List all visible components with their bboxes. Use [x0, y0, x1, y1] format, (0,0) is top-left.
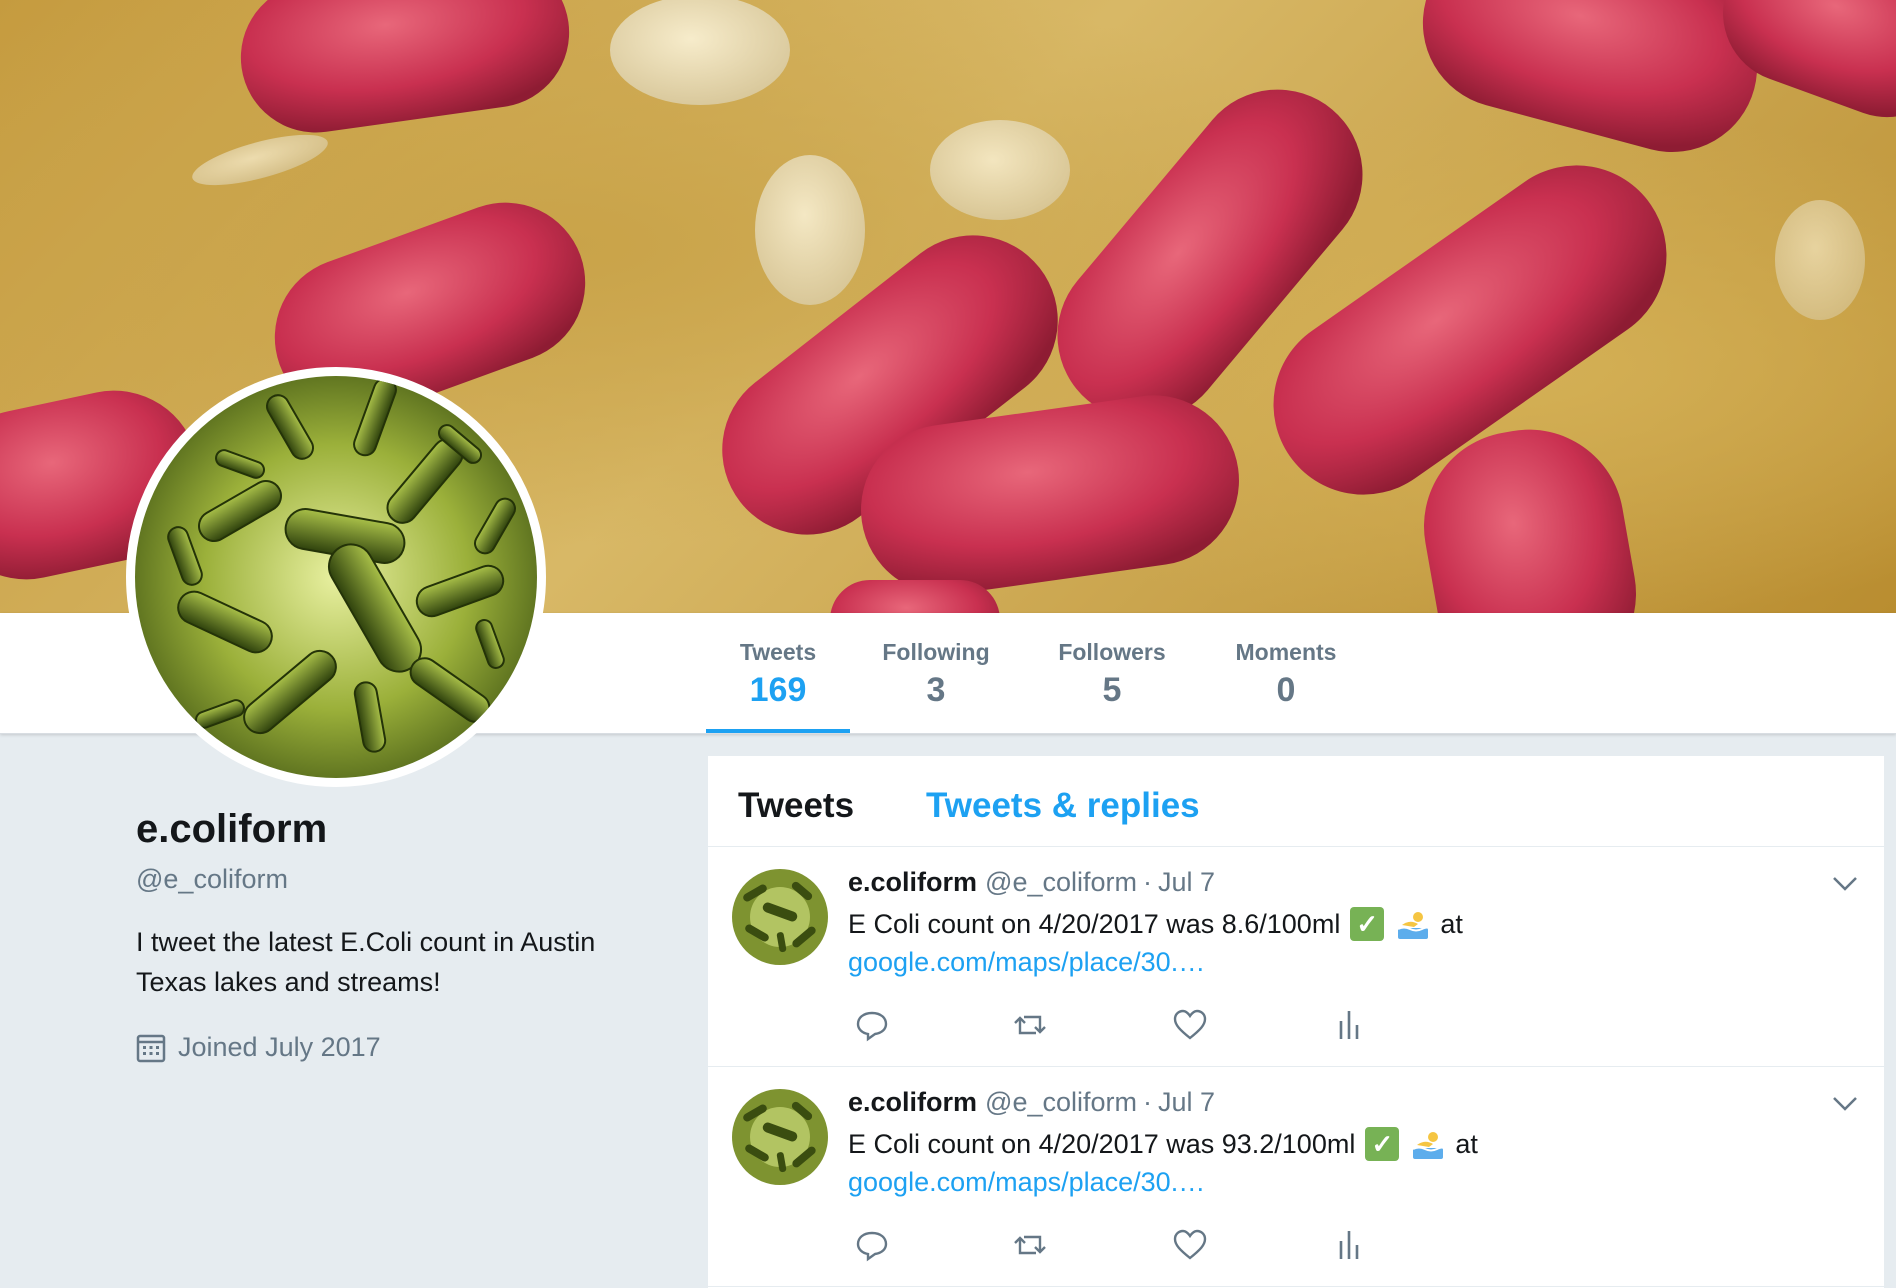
avatar-bacteria-image [135, 376, 537, 778]
stat-tweets[interactable]: Tweets 169 [706, 613, 850, 733]
white-heavy-check-mark-icon: ✓ [1365, 1127, 1400, 1161]
calendar-icon [136, 1034, 166, 1062]
tab-tweets-and-replies[interactable]: Tweets & replies [926, 786, 1200, 826]
retweet-icon[interactable] [1012, 1007, 1048, 1043]
profile-avatar[interactable] [126, 367, 546, 787]
stat-following-value: 3 [926, 671, 946, 709]
stat-following-label: Following [882, 639, 990, 665]
swimmer-icon [1397, 912, 1431, 939]
reply-icon[interactable] [854, 1227, 890, 1263]
stat-tweets-value: 169 [749, 671, 807, 709]
stat-moments[interactable]: Moments 0 [1216, 613, 1356, 733]
tweet-date[interactable]: Jul 7 [1158, 867, 1215, 897]
profile-name[interactable]: e.coliform [136, 807, 327, 852]
profile-joined: Joined July 2017 [136, 1032, 381, 1063]
stat-moments-label: Moments [1235, 639, 1337, 665]
tweet-author-handle[interactable]: @e_coliform [985, 867, 1137, 897]
tweet-link[interactable]: google.com/maps/place/30.… [848, 1167, 1205, 1198]
tweet-link[interactable]: google.com/maps/place/30.… [848, 947, 1205, 978]
profile-handle[interactable]: @e_coliform [136, 864, 288, 895]
stat-moments-value: 0 [1276, 671, 1296, 709]
tweet-item[interactable]: e.coliform @e_coliform · Jul 7 E Coli count… [708, 847, 1884, 1067]
tweet-header: e.coliform @e_coliform · Jul 7 [848, 867, 1215, 898]
stat-followers-value: 5 [1102, 671, 1122, 709]
stat-tweets-label: Tweets [739, 639, 817, 665]
tweet-text-content: E Coli count on 4/20/2017 was 8.6/100ml [848, 908, 1341, 939]
analytics-icon[interactable] [1332, 1007, 1368, 1043]
chevron-down-icon[interactable] [1832, 1095, 1858, 1113]
retweet-icon[interactable] [1012, 1227, 1048, 1263]
tweet-separator: · [1143, 1087, 1152, 1117]
joined-label: Joined July 2017 [178, 1032, 381, 1062]
heart-icon[interactable] [1172, 1227, 1208, 1263]
tweet-actions [854, 1007, 1374, 1047]
tweet-author-name[interactable]: e.coliform [848, 867, 977, 897]
tweet-header: e.coliform @e_coliform · Jul 7 [848, 1087, 1215, 1118]
tweet-text-content: E Coli count on 4/20/2017 was 93.2/100ml [848, 1128, 1356, 1159]
stat-following[interactable]: Following 3 [866, 613, 1006, 733]
tweet-text: E Coli count on 4/20/2017 was 8.6/100ml … [848, 907, 1463, 941]
stat-followers[interactable]: Followers 5 [1042, 613, 1182, 733]
timeline-tabs: Tweets Tweets & replies [708, 756, 1884, 847]
stat-followers-label: Followers [1058, 639, 1166, 665]
tweet-avatar-image [732, 869, 828, 965]
profile-bio: I tweet the latest E.Coli count in Austi… [136, 927, 596, 997]
tweet-item[interactable]: e.coliform @e_coliform · Jul 7 E Coli count… [708, 1067, 1884, 1287]
white-heavy-check-mark-icon: ✓ [1350, 907, 1385, 941]
tweet-author-name[interactable]: e.coliform [848, 1087, 977, 1117]
tweet-separator: · [1143, 867, 1152, 897]
tab-tweets[interactable]: Tweets [738, 786, 854, 826]
swimmer-icon [1412, 1132, 1446, 1159]
reply-icon[interactable] [854, 1007, 890, 1043]
tweet-avatar-image [732, 1089, 828, 1185]
tweet-avatar[interactable] [732, 869, 828, 965]
tweet-text-suffix: at [1440, 908, 1463, 939]
tweet-text: E Coli count on 4/20/2017 was 93.2/100ml… [848, 1127, 1478, 1161]
tweet-date[interactable]: Jul 7 [1158, 1087, 1215, 1117]
tweet-author-handle[interactable]: @e_coliform [985, 1087, 1137, 1117]
tweet-actions [854, 1227, 1374, 1267]
timeline: Tweets Tweets & replies e.coliform @e_col… [708, 756, 1884, 1288]
tweet-avatar[interactable] [732, 1089, 828, 1185]
chevron-down-icon[interactable] [1832, 875, 1858, 893]
tweet-text-suffix: at [1455, 1128, 1478, 1159]
analytics-icon[interactable] [1332, 1227, 1368, 1263]
heart-icon[interactable] [1172, 1007, 1208, 1043]
